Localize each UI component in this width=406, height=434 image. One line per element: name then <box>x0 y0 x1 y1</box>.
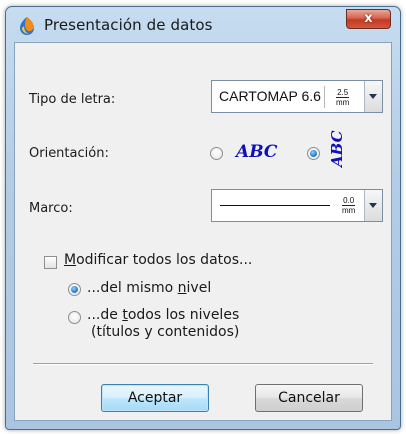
title-bar[interactable]: Presentación de datos x <box>6 7 400 41</box>
frame-line-sample <box>220 205 330 206</box>
window-title: Presentación de datos <box>44 16 213 34</box>
frame-size-indicator: 0.0 mm <box>342 196 356 215</box>
orientation-horizontal-sample: ABC <box>236 142 278 162</box>
modify-all-label[interactable]: Modificar todos los datos... <box>64 252 252 268</box>
font-dropdown-button[interactable] <box>364 81 382 112</box>
close-button[interactable]: x <box>346 9 391 29</box>
same-level-text-a: ...del mismo <box>87 280 178 296</box>
modify-all-label-text: odificar todos los datos... <box>76 252 253 268</box>
font-size-indicator: 2.5 mm <box>336 88 350 107</box>
close-icon: x <box>364 11 373 26</box>
orientation-vertical-sample: ABC <box>328 130 346 167</box>
same-level-mnemonic: n <box>177 280 187 296</box>
orientation-horizontal-radio[interactable] <box>210 147 223 160</box>
frame-label: Marco: <box>29 201 73 216</box>
all-levels-radio[interactable] <box>68 311 81 324</box>
all-levels-sublabel: (títulos y contenidos) <box>91 324 240 340</box>
all-levels-text-a: ...de <box>87 307 123 323</box>
orientation-vertical-radio[interactable] <box>307 147 320 160</box>
font-size-value: 2.5 <box>336 88 350 98</box>
dialog-window: Presentación de datos x Tipo de letra: C… <box>5 6 401 430</box>
font-size-unit: mm <box>336 98 350 107</box>
cancel-button[interactable]: Cancelar <box>255 384 363 412</box>
same-level-label[interactable]: ...del mismo nivel <box>87 280 211 296</box>
font-select-divider <box>324 86 325 108</box>
all-levels-text-b: odos los niveles <box>127 307 240 323</box>
frame-size-value: 0.0 <box>342 196 356 206</box>
font-label: Tipo de letra: <box>29 92 116 107</box>
ok-button[interactable]: Aceptar <box>101 384 209 412</box>
frame-dropdown-button[interactable] <box>364 190 382 221</box>
same-level-radio[interactable] <box>68 283 81 296</box>
dialog-body: Tipo de letra: CARTOMAP 6.6 2.5 mm Orien… <box>14 42 392 421</box>
modify-all-mnemonic: M <box>64 252 77 268</box>
font-select[interactable]: CARTOMAP 6.6 2.5 mm <box>211 80 383 113</box>
orientation-label: Orientación: <box>29 146 109 161</box>
modify-all-checkbox[interactable] <box>44 256 57 269</box>
frame-size-unit: mm <box>342 206 356 215</box>
font-value: CARTOMAP 6.6 <box>219 88 321 104</box>
frame-select[interactable]: 0.0 mm <box>211 189 383 222</box>
app-icon <box>20 17 34 35</box>
same-level-text-b: ivel <box>186 280 212 296</box>
separator <box>33 363 373 365</box>
all-levels-label[interactable]: ...de todos los niveles <box>87 307 239 323</box>
